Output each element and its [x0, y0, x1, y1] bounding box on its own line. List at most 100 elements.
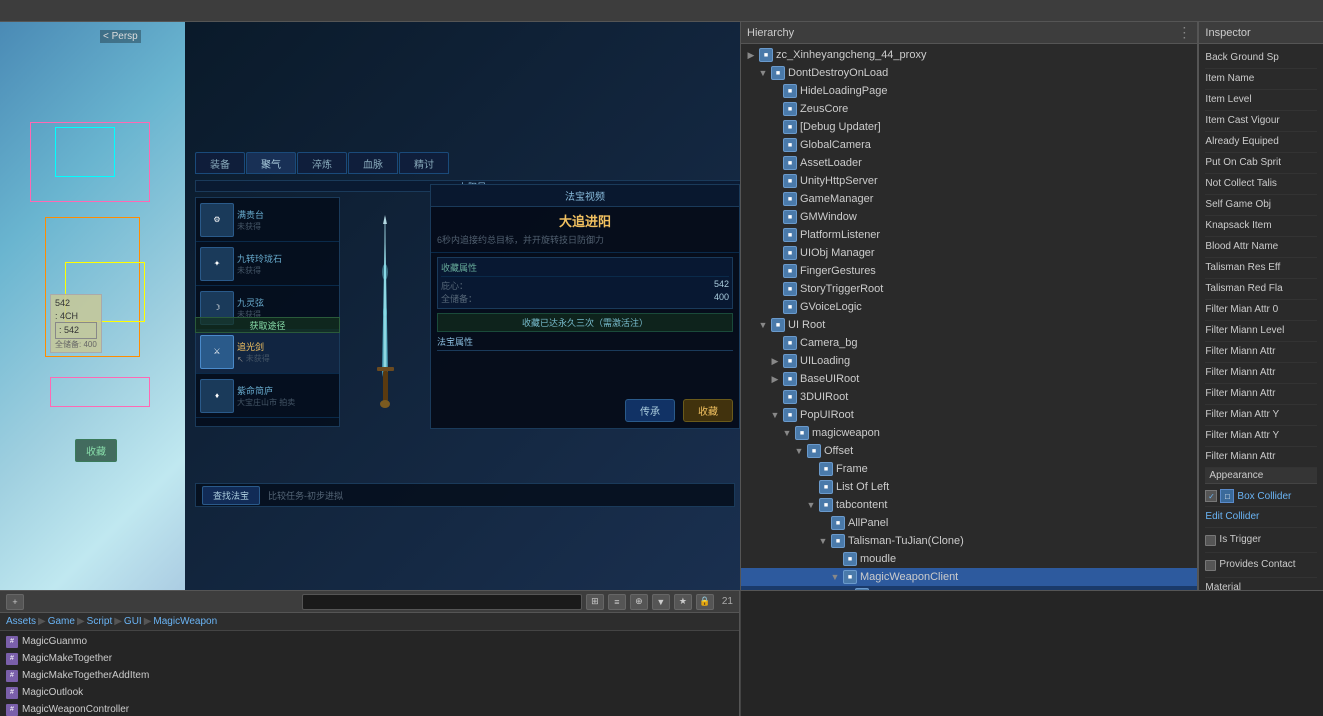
tree-item-allpanel[interactable]: ■ AllPanel — [741, 514, 1197, 532]
insp-knapsack-item: Knapsack Item — [1205, 216, 1317, 237]
insp-edit-collider[interactable]: Edit Collider — [1205, 507, 1317, 528]
inv-item-5[interactable]: ♦ 紫命简庐 大宝庄山市 拍卖 — [196, 374, 339, 418]
label-allpanel: AllPanel — [848, 517, 888, 529]
tree-item-3duiroot[interactable]: ■ 3DUIRoot — [741, 388, 1197, 406]
lock-btn[interactable]: 🔒 — [696, 594, 714, 610]
label-popuiroot: PopUIRoot — [800, 409, 854, 421]
tree-item-gvoice[interactable]: ■ GVoiceLogic — [741, 298, 1197, 316]
box-collider-checkbox[interactable]: ✓ — [1205, 490, 1217, 502]
icon-baseuiroot: ■ — [783, 372, 797, 386]
hierarchy-menu-btn[interactable]: ⋮ — [1177, 24, 1191, 41]
tree-item-globalcam[interactable]: ■ GlobalCamera — [741, 136, 1197, 154]
tree-item-moudle[interactable]: ■ moudle — [741, 550, 1197, 568]
tree-item-zeus[interactable]: ■ ZeusCore — [741, 100, 1197, 118]
inv-text-3: 九灵弦 未获得 — [237, 296, 264, 320]
tree-item-tabcontent[interactable]: ■ tabcontent — [741, 496, 1197, 514]
label-dontdestroy: DontDestroyOnLoad — [788, 67, 888, 79]
tree-item-offset[interactable]: ■ Offset — [741, 442, 1197, 460]
arrow-storyroot — [769, 283, 781, 295]
file-item-magicmaketogether[interactable]: # MagicMakeTogether — [0, 650, 739, 667]
tree-item-baseuiroot[interactable]: ■ BaseUIRoot — [741, 370, 1197, 388]
list-view-btn[interactable]: ≡ — [608, 594, 626, 610]
is-trigger-checkbox[interactable] — [1205, 535, 1216, 546]
grid-view-btn[interactable]: ⊞ — [586, 594, 604, 610]
tree-item-uiroot[interactable]: ■ UI Root — [741, 316, 1197, 334]
search-btn[interactable]: ⊕ — [630, 594, 648, 610]
inv-name-2: 九转玲珑石 — [237, 252, 282, 265]
tree-item-fingergestures[interactable]: ■ FingerGestures — [741, 262, 1197, 280]
stats-label: 收藏属性 — [441, 261, 729, 277]
create-btn[interactable]: + — [6, 594, 24, 610]
tree-item-hideloading[interactable]: ■ HideLoadingPage — [741, 82, 1197, 100]
file-name-magicmaketogether: MagicMakeTogether — [22, 653, 112, 664]
tree-item-uiloading[interactable]: ■ UILoading — [741, 352, 1197, 370]
label-baseuiroot: BaseUIRoot — [800, 373, 859, 385]
hierarchy-header: Hierarchy ⋮ — [741, 22, 1197, 44]
file-list[interactable]: # MagicGuanmo # MagicMakeTogether # Magi… — [0, 631, 739, 716]
tree-item-listleft[interactable]: ■ List Of Left — [741, 478, 1197, 496]
tree-item-unityhttpsrv[interactable]: ■ UnityHttpServer — [741, 172, 1197, 190]
project-search-input[interactable] — [302, 594, 582, 610]
insp-filter-miann-attr4: Filter Miann Attr — [1205, 447, 1317, 468]
inv-list[interactable]: ⚙ 满贵台 未获得 ✦ 九转玲珑石 未获得 ☽ — [195, 197, 340, 427]
breadcrumb-magicweapon[interactable]: MagicWeapon — [153, 616, 217, 627]
file-item-magicguanmo[interactable]: # MagicGuanmo — [0, 633, 739, 650]
inv-name-5: 紫命简庐 — [237, 384, 295, 397]
attr-section: 法宝属性 — [437, 335, 733, 351]
icon-gvoice: ■ — [783, 300, 797, 314]
tree-item-uiobjmgr[interactable]: ■ UIObj Manager — [741, 244, 1197, 262]
tree-item-frame[interactable]: ■ Frame — [741, 460, 1197, 478]
breadcrumb-sep-4: ▶ — [144, 616, 152, 627]
inv-item-1[interactable]: ⚙ 满贵台 未获得 — [196, 198, 339, 242]
breadcrumb-assets[interactable]: Assets — [6, 616, 36, 627]
inspector-header: Inspector — [1199, 22, 1323, 44]
game-content-area: 装备 聚气 淬炼 血脉 精讨 九阳尺 ⚙ 满贵台 未获得 — [185, 22, 740, 590]
provides-contact-checkbox[interactable] — [1205, 560, 1216, 571]
breadcrumb-script[interactable]: Script — [87, 616, 113, 627]
tree-item-zc-proxy[interactable]: ■ zc_Xinheyangcheng_44_proxy — [741, 46, 1197, 64]
tab-refine[interactable]: 淬炼 — [297, 152, 347, 174]
tree-item-gmwindow[interactable]: ■ GMWindow — [741, 208, 1197, 226]
filter-btn[interactable]: ▼ — [652, 594, 670, 610]
file-item-magicweaponcontroller[interactable]: # MagicWeaponController — [0, 701, 739, 716]
insp-item-cast-vigour: Item Cast Vigour — [1205, 111, 1317, 132]
viewport-bg: < Persp 542 : 4CH : 542 全储备: 400 收藏 — [0, 22, 185, 590]
inv-item-2[interactable]: ✦ 九转玲珑石 未获得 — [196, 242, 339, 286]
collect-btn-viewport[interactable]: 收藏 — [75, 439, 117, 462]
insp-provides-contact: Provides Contact — [1205, 553, 1317, 578]
breadcrumb-gui[interactable]: GUI — [124, 616, 142, 627]
tree-item-gamemgr[interactable]: ■ GameManager — [741, 190, 1197, 208]
tree-item-popuiroot[interactable]: ■ PopUIRoot — [741, 406, 1197, 424]
tree-item-camerabg[interactable]: ■ Camera_bg — [741, 334, 1197, 352]
hierarchy-tree[interactable]: ■ zc_Xinheyangcheng_44_proxy ■ DontDestr… — [741, 44, 1197, 590]
inv-text-1: 满贵台 未获得 — [237, 208, 264, 232]
find-weapon-btn[interactable]: 查找法宝 — [202, 486, 260, 505]
tab-active[interactable]: 聚气 — [246, 152, 296, 174]
collect-button[interactable]: 收藏 — [683, 399, 733, 422]
file-item-magicoutlook[interactable]: # MagicOutlook — [0, 684, 739, 701]
tree-item-storyroot[interactable]: ■ StoryTriggerRoot — [741, 280, 1197, 298]
is-trigger-label: Is Trigger — [1219, 533, 1261, 547]
insp-appearance-section: Appearance — [1205, 468, 1317, 484]
star-btn[interactable]: ★ — [674, 594, 692, 610]
tree-item-magicweapon[interactable]: ■ magicweapon — [741, 424, 1197, 442]
breadcrumb-game[interactable]: Game — [48, 616, 75, 627]
tree-item-assetloader[interactable]: ■ AssetLoader — [741, 154, 1197, 172]
tree-item-debug[interactable]: ■ [Debug Updater] — [741, 118, 1197, 136]
share-button[interactable]: 传承 — [625, 399, 675, 422]
icon-uiloading: ■ — [783, 354, 797, 368]
tree-item-magicweapon-client[interactable]: ■ MagicWeaponClient — [741, 568, 1197, 586]
tab-discuss[interactable]: 精讨 — [399, 152, 449, 174]
icon-gmwindow: ■ — [783, 210, 797, 224]
stat-def-label: 全储备： — [441, 292, 477, 305]
breadcrumb-sep-2: ▶ — [77, 616, 85, 627]
file-item-magicmaketogetheradditem[interactable]: # MagicMakeTogetherAddItem — [0, 667, 739, 684]
tree-item-platformlistener[interactable]: ■ PlatformListener — [741, 226, 1197, 244]
icon-zeus: ■ — [783, 102, 797, 116]
tree-item-dontdestroy[interactable]: ■ DontDestroyOnLoad — [741, 64, 1197, 82]
inv-item-4[interactable]: ⚔ 追光剑 ↖未获得 — [196, 330, 339, 374]
tab-blood[interactable]: 血脉 — [348, 152, 398, 174]
tab-equip[interactable]: 装备 — [195, 152, 245, 174]
insp-talisman-red-fla: Talisman Red Fla — [1205, 279, 1317, 300]
tree-item-talisman-tujian[interactable]: ■ Talisman-TuJian(Clone) — [741, 532, 1197, 550]
